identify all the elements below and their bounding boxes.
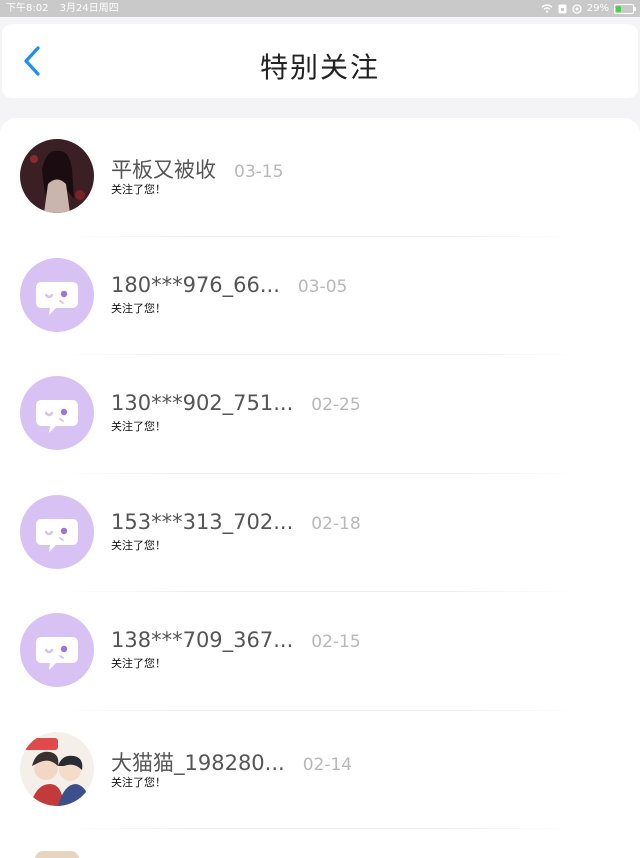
follow-list: 平板又被收 03-15 关注了您！ 180***976_66... 03-05 关注了您！…	[0, 118, 640, 858]
follow-list-item[interactable]: 153***313_702... 02-18 关注了您！	[0, 474, 640, 592]
follow-time: 02-25	[311, 395, 361, 415]
follow-time: 03-05	[297, 277, 348, 297]
wifi-icon	[541, 4, 553, 13]
avatar[interactable]	[20, 613, 94, 687]
follower-name-text: 130***902_751...	[111, 391, 294, 415]
status-bar: 下午8:02 3月24日周四 29%	[0, 0, 640, 17]
page-title: 特别关注	[259, 51, 380, 84]
follow-list-item[interactable]: 130***902_751... 02-25 关注了您！	[0, 355, 640, 473]
follow-time: 02-15	[311, 632, 361, 652]
follow-list-item[interactable]: 大猫猫_198280... 02-14 关注了您！	[0, 711, 640, 829]
battery-percent: 29%	[586, 3, 609, 14]
follow-message: 关注了您！	[111, 302, 166, 315]
avatar[interactable]	[20, 732, 94, 806]
status-time: 下午8:02	[6, 3, 49, 14]
follow-list-item[interactable]: 138***709_367... 02-15 关注了您！	[0, 592, 640, 710]
follower-name: 153***313_702... 02-18	[111, 510, 361, 534]
follow-time: 02-18	[311, 514, 361, 534]
follow-time: 02-14	[302, 755, 353, 775]
follower-name-text: 平板又被收	[111, 158, 216, 182]
chat-bubble-avatar-icon	[36, 519, 78, 552]
avatar[interactable]	[20, 495, 94, 569]
follow-message: 关注了您！	[111, 776, 166, 789]
follow-message: 关注了您！	[111, 420, 166, 433]
screen-lock-icon	[558, 4, 567, 13]
follower-name-text: 180***976_66...	[111, 273, 280, 297]
follow-list-item[interactable]: 平板又被收 03-15 关注了您！	[0, 118, 640, 236]
follower-name: 130***902_751... 02-25	[111, 391, 361, 415]
anime-girl-avatar-image	[20, 139, 94, 213]
chat-bubble-avatar-icon	[36, 282, 78, 315]
follow-message: 关注了您！	[111, 539, 166, 552]
chat-bubble-avatar-icon	[36, 637, 78, 670]
follow-message: 关注了您！	[111, 657, 166, 670]
follow-list-item[interactable]: 180***976_66... 03-05 关注了您！	[0, 237, 640, 355]
chat-bubble-avatar-icon	[36, 400, 78, 433]
follower-name: 138***709_367... 02-15	[111, 628, 361, 652]
row-divider	[60, 828, 580, 829]
follow-message: 关注了您！	[111, 183, 166, 196]
next-row-avatar-peek	[35, 851, 79, 858]
status-date: 3月24日周四	[59, 3, 119, 14]
nav-header: 特别关注	[2, 24, 638, 98]
avatar[interactable]	[20, 139, 94, 213]
follower-name: 大猫猫_198280... 02-14	[111, 747, 352, 777]
anime-group-avatar-image	[20, 732, 94, 806]
follower-name-text: 153***313_702...	[111, 510, 294, 534]
battery-level-fill	[616, 5, 621, 12]
location-icon	[572, 3, 582, 14]
follower-name-text: 大猫猫_198280...	[111, 751, 285, 775]
battery-icon	[614, 3, 636, 14]
follower-name: 平板又被收 03-15	[111, 154, 283, 184]
follow-time: 03-15	[234, 162, 284, 182]
follower-name: 180***976_66... 03-05	[111, 273, 347, 297]
follower-name-text: 138***709_367...	[111, 628, 294, 652]
avatar[interactable]	[20, 258, 94, 332]
avatar[interactable]	[20, 376, 94, 450]
